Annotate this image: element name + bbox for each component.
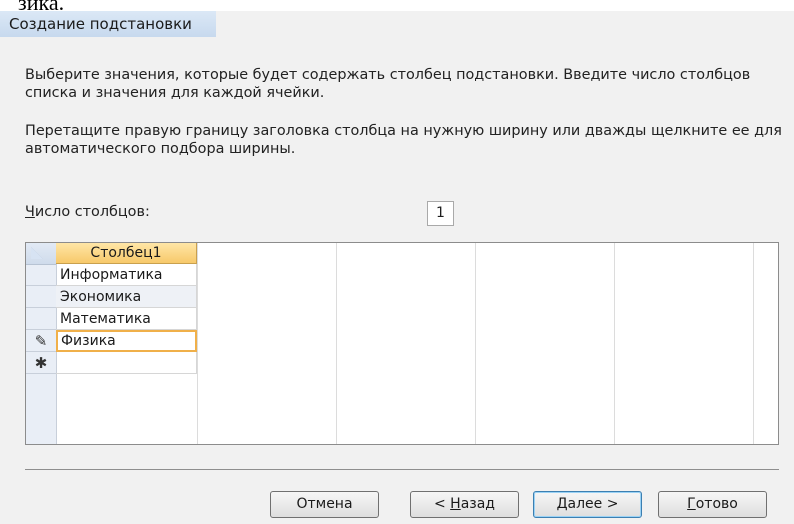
instruction-text-2: Перетащите правую границу заголовка стол… [25, 123, 782, 157]
grid-cell[interactable]: Информатика [56, 264, 197, 286]
grid-line [197, 243, 198, 444]
columns-count-input[interactable]: 1 [427, 201, 454, 226]
finish-button-accel: Г [687, 496, 696, 512]
row-selector[interactable] [26, 264, 56, 286]
grid-cell[interactable]: Экономика [56, 286, 197, 308]
columns-count-label: Число столбцов: [25, 204, 150, 220]
back-button-prefix: < [433, 496, 451, 512]
dialog-title: Создание подстановки [0, 11, 216, 37]
row-selector[interactable] [26, 308, 56, 330]
finish-button-rest: отово [695, 496, 738, 512]
corner-triangle-icon [31, 247, 43, 259]
new-record-icon[interactable]: ✱ [26, 352, 56, 374]
columns-label-accel: Ч [25, 204, 35, 220]
grid-line [614, 243, 615, 444]
select-all-corner[interactable] [26, 243, 56, 265]
grid-cell[interactable]: Математика [56, 308, 197, 330]
grid-cell-active[interactable]: Физика [56, 330, 197, 352]
next-button-accel: Д [556, 496, 568, 512]
footer-separator [25, 469, 779, 470]
edit-pencil-icon[interactable]: ✎ [26, 330, 56, 352]
cancel-button[interactable]: Отмена [270, 491, 379, 518]
finish-button[interactable]: Готово [658, 491, 767, 518]
column-header[interactable]: Столбец1 [56, 243, 197, 264]
next-button-rest: алее > [567, 496, 619, 512]
grid-line [475, 243, 476, 444]
lookup-values-grid[interactable]: Столбец1 Информатика Экономика Математик… [25, 242, 779, 445]
back-button-accel: Н [450, 496, 461, 512]
grid-new-row-cell[interactable] [56, 352, 197, 374]
back-button[interactable]: < Назад [410, 491, 519, 518]
grid-line [753, 243, 754, 444]
cancel-button-label: Отмена [296, 496, 353, 512]
back-button-rest: азад [460, 496, 495, 512]
row-selector[interactable] [26, 286, 56, 308]
grid-line [336, 243, 337, 444]
next-button[interactable]: Далее > [533, 491, 642, 518]
columns-label-rest: исло столбцов: [34, 204, 150, 220]
instruction-text-1: Выберите значения, которые будет содержа… [25, 67, 751, 101]
lookup-wizard-dialog: Создание подстановки Выберите значения, … [0, 11, 794, 524]
